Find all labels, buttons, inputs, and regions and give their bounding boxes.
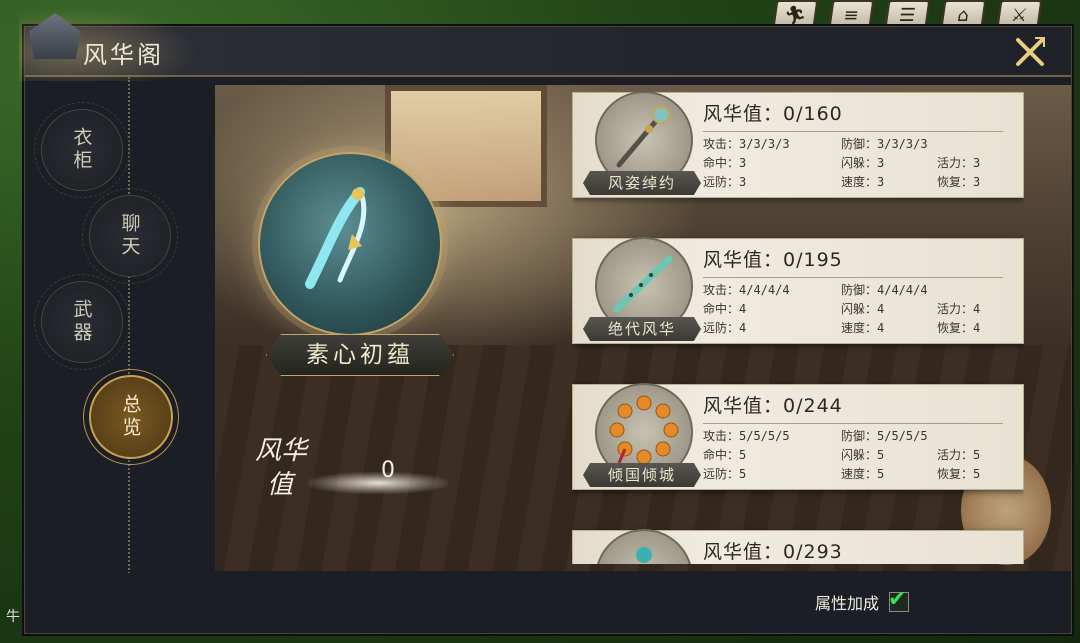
tier-name-plate: 倾国倾城 <box>583 463 701 487</box>
stat-speed: 速度：4 <box>841 321 885 335</box>
score-brush-stroke <box>308 472 448 494</box>
stat-ranged-defense: 远防：3 <box>703 175 747 189</box>
stat-recovery: 恢复：4 <box>937 321 981 335</box>
stat-accuracy: 命中：3 <box>703 156 747 170</box>
stat-dodge: 闪躲：3 <box>841 156 885 170</box>
side-nav: 衣柜 聊天 武器 总览 <box>25 77 215 633</box>
tier-name-plate: 风姿绰约 <box>583 171 701 195</box>
checkmark-icon: ✔ <box>888 587 907 612</box>
stat-attack: 攻击：5/5/5/5 <box>703 429 790 443</box>
attribute-bonus-toggle[interactable]: 属性加成 ✔ <box>815 587 910 614</box>
stat-attack: 攻击：4/4/4/4 <box>703 283 790 297</box>
close-button[interactable] <box>1013 35 1047 69</box>
stat-defense: 防御：3/3/3/3 <box>841 137 928 151</box>
score-label-line2: 值 <box>267 470 294 500</box>
nav-item-label: 武器 <box>70 299 93 345</box>
stat-dodge: 闪躲：5 <box>841 448 885 462</box>
stat-ranged-defense: 远防：5 <box>703 467 747 481</box>
featured-name-plate: 素心初蕴 <box>266 334 454 376</box>
stat-attack: 攻击：3/3/3/3 <box>703 137 790 151</box>
stat-accuracy: 命中：5 <box>703 448 747 462</box>
stat-defense: 防御：4/4/4/4 <box>841 283 928 297</box>
stat-vitality: 活力：4 <box>937 302 981 316</box>
attribute-bonus-label: 属性加成 <box>815 594 880 613</box>
tier-card[interactable]: 风姿绰约 风华值：0/160 攻击：3/3/3/3 防御：3/3/3/3 命中：… <box>572 92 1024 198</box>
nav-item-overview[interactable]: 总览 <box>83 369 179 465</box>
stat-recovery: 恢复：3 <box>937 175 981 189</box>
fenghua-score-label: 风华 值 <box>255 436 315 506</box>
hairpin-icon <box>616 106 670 168</box>
stat-accuracy: 命中：4 <box>703 302 747 316</box>
stat-speed: 速度：5 <box>841 467 885 481</box>
stat-dodge: 闪躲：4 <box>841 302 885 316</box>
card-divider <box>703 277 1003 278</box>
featured-emblem[interactable] <box>258 152 442 336</box>
stat-ranged-defense: 远防：4 <box>703 321 747 335</box>
tier-fenghua-requirement: 风华值：0/244 <box>703 395 843 417</box>
tier-fenghua-requirement: 风华值：0/160 <box>703 103 843 125</box>
outside-hud-text: 牛 <box>6 609 20 625</box>
title-bar: 风华阁 <box>19 7 1071 81</box>
window-title: 风华阁 <box>83 41 164 69</box>
tier-card[interactable]: 绝代风华 风华值：0/195 攻击：4/4/4/4 防御：4/4/4/4 命中：… <box>572 237 1024 344</box>
figure-ornament-icon <box>636 547 652 563</box>
nav-item-weapon[interactable]: 武器 <box>34 274 130 370</box>
stat-speed: 速度：3 <box>841 175 885 189</box>
tier-icon-frame <box>595 529 693 564</box>
attribute-bonus-checkbox[interactable]: ✔ <box>888 587 910 612</box>
nav-item-wardrobe[interactable]: 衣柜 <box>34 102 130 198</box>
card-divider <box>703 423 1003 424</box>
tier-fenghua-requirement: 风华值：0/195 <box>703 249 843 271</box>
nav-item-label: 衣柜 <box>70 127 93 173</box>
jade-flute-icon <box>613 255 673 313</box>
tier-stats: 攻击：3/3/3/3 防御：3/3/3/3 命中：3 闪躲：3 活力：3 远防：… <box>703 135 1013 190</box>
tier-card-list[interactable]: 风姿绰约 风华值：0/160 攻击：3/3/3/3 防御：3/3/3/3 命中：… <box>572 92 1024 564</box>
stat-vitality: 活力：5 <box>937 448 981 462</box>
tier-name-plate: 绝代风华 <box>583 317 701 341</box>
nav-item-label: 聊天 <box>118 213 141 259</box>
score-label-line1: 风华 <box>255 436 308 466</box>
stat-empty <box>937 281 1017 298</box>
nav-item-label: 总览 <box>119 394 142 440</box>
bottom-bar <box>25 573 1071 633</box>
fenghua-score-value: 0 <box>381 458 395 483</box>
close-icon <box>1016 37 1045 66</box>
tier-card[interactable]: 倾国倾城 风华值：0/244 攻击：5/5/5/5 防御：5/5/5/5 命中：… <box>572 383 1024 490</box>
tier-stats: 攻击：4/4/4/4 防御：4/4/4/4 命中：4 闪躲：4 活力：4 远防：… <box>703 281 1013 336</box>
stat-vitality: 活力：3 <box>937 156 981 170</box>
card-divider <box>703 131 1003 132</box>
nav-item-chat[interactable]: 聊天 <box>82 188 178 284</box>
ribbon-ornament-icon <box>305 187 367 289</box>
tier-fenghua-requirement: 风华值：0/293 <box>703 541 843 563</box>
tier-card[interactable]: 风华值：0/293 <box>572 529 1024 564</box>
stat-defense: 防御：5/5/5/5 <box>841 429 928 443</box>
tier-stats: 攻击：5/5/5/5 防御：5/5/5/5 命中：5 闪躲：5 活力：5 远防：… <box>703 427 1013 482</box>
stat-empty <box>937 427 1017 444</box>
stat-recovery: 恢复：5 <box>937 467 981 481</box>
bead-bracelet-icon <box>609 395 679 465</box>
stat-empty <box>937 135 1017 152</box>
